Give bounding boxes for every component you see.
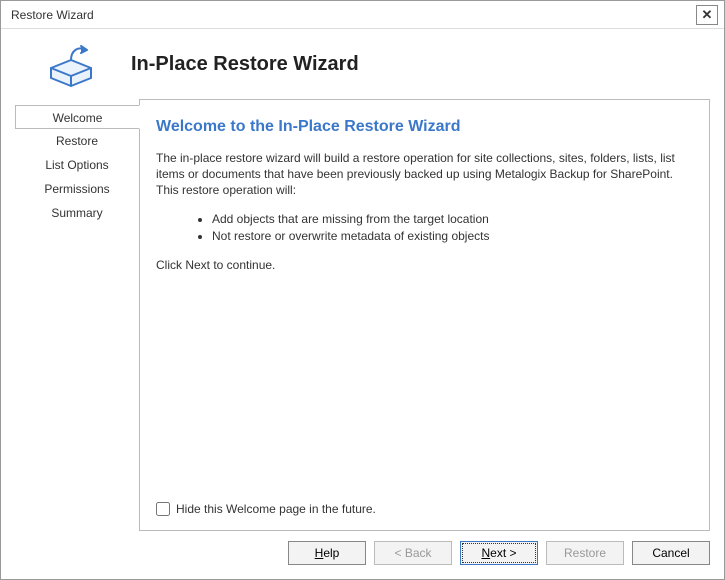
- list-item: Add objects that are missing from the ta…: [212, 211, 693, 228]
- cancel-button[interactable]: Cancel: [632, 541, 710, 565]
- wizard-body: Welcome Restore List Options Permissions…: [1, 99, 724, 531]
- sidebar-item-label: List Options: [45, 158, 108, 172]
- wizard-footer: Help < Back Next > Restore Cancel: [1, 531, 724, 579]
- sidebar-item-label: Permissions: [44, 182, 109, 196]
- back-button: < Back: [374, 541, 452, 565]
- continue-text: Click Next to continue.: [156, 257, 693, 273]
- help-button[interactable]: Help: [288, 541, 366, 565]
- close-button[interactable]: ✕: [696, 5, 718, 25]
- window-title: Restore Wizard: [11, 8, 696, 22]
- sidebar-item-restore[interactable]: Restore: [15, 129, 139, 153]
- sidebar-item-permissions[interactable]: Permissions: [15, 177, 139, 201]
- next-button[interactable]: Next >: [460, 541, 538, 565]
- bullet-list: Add objects that are missing from the ta…: [212, 211, 693, 246]
- sidebar-item-summary[interactable]: Summary: [15, 201, 139, 225]
- wizard-main-panel: Welcome to the In-Place Restore Wizard T…: [139, 99, 710, 531]
- titlebar: Restore Wizard ✕: [1, 1, 724, 29]
- intro-text: The in-place restore wizard will build a…: [156, 150, 693, 199]
- hide-welcome-label: Hide this Welcome page in the future.: [176, 502, 376, 516]
- list-item: Not restore or overwrite metadata of exi…: [212, 228, 693, 245]
- sidebar-item-label: Summary: [51, 206, 102, 220]
- restore-wizard-window: Restore Wizard ✕ In-Place Restore Wizard…: [0, 0, 725, 580]
- sidebar-item-label: Welcome: [53, 111, 103, 125]
- close-icon: ✕: [702, 7, 713, 23]
- hide-welcome-row[interactable]: Hide this Welcome page in the future.: [156, 502, 693, 516]
- wizard-sidebar: Welcome Restore List Options Permissions…: [15, 99, 139, 531]
- restore-box-icon: [41, 39, 101, 89]
- hide-welcome-checkbox[interactable]: [156, 502, 170, 516]
- sidebar-item-welcome[interactable]: Welcome: [15, 105, 140, 129]
- sidebar-item-label: Restore: [56, 134, 98, 148]
- wizard-header: In-Place Restore Wizard: [1, 29, 724, 99]
- spacer: [156, 282, 693, 502]
- wizard-title: In-Place Restore Wizard: [131, 53, 359, 76]
- sidebar-item-list-options[interactable]: List Options: [15, 153, 139, 177]
- restore-button: Restore: [546, 541, 624, 565]
- page-heading: Welcome to the In-Place Restore Wizard: [156, 118, 693, 136]
